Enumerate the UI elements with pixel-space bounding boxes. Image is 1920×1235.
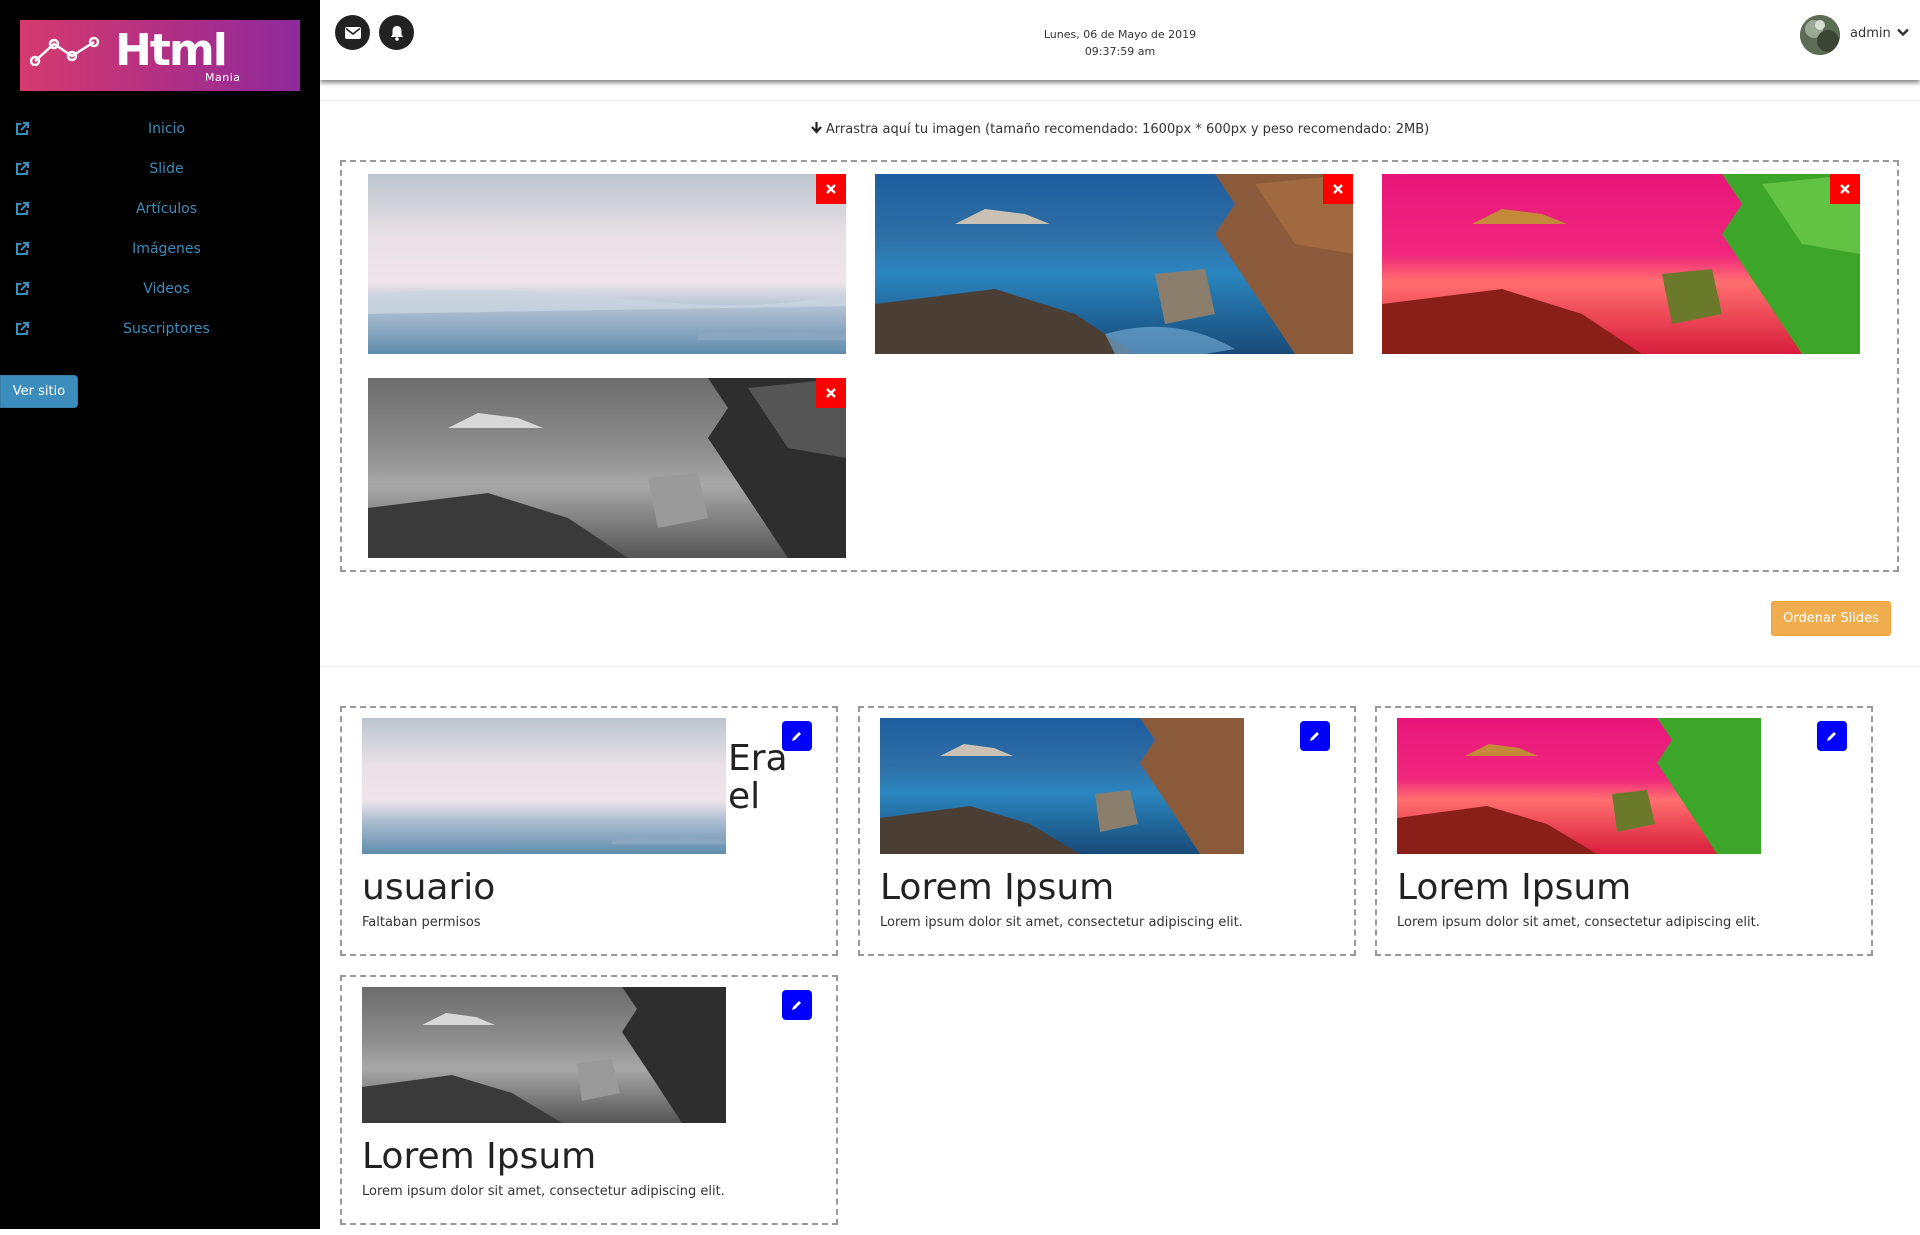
sidebar-item-label[interactable]: Imágenes	[0, 241, 333, 257]
slide-image-sky	[368, 174, 846, 354]
order-slides-button[interactable]: Ordenar Slides	[1771, 601, 1891, 636]
sidebar-item-slide[interactable]: Slide	[0, 152, 320, 192]
card-description: Faltaban permisos	[362, 915, 481, 930]
sidebar-item-inicio[interactable]: Inicio	[0, 112, 320, 152]
delete-slide-button[interactable]	[816, 174, 846, 204]
slide-image-pink	[1382, 174, 1860, 354]
slide-thumbnail[interactable]	[1382, 174, 1860, 354]
avatar[interactable]	[1800, 15, 1840, 55]
sidebar: Html Mania Inicio Slide Artículos Imágen…	[0, 0, 320, 1229]
pencil-icon	[792, 1001, 801, 1010]
current-time: 09:37:59 am	[1084, 45, 1156, 58]
slide-card: Lorem Ipsum Lorem ipsum dolor sit amet, …	[858, 706, 1356, 956]
delete-slide-button[interactable]	[1323, 174, 1353, 204]
upload-hint: Arrastra aquí tu imagen (tamaño recomend…	[320, 122, 1920, 137]
edit-card-button[interactable]	[1300, 721, 1330, 751]
sidebar-item-articulos[interactable]: Artículos	[0, 192, 320, 232]
card-description: Lorem ipsum dolor sit amet, consectetur …	[880, 915, 1243, 930]
sidebar-item-label[interactable]: Artículos	[0, 201, 333, 217]
card-title: Lorem Ipsum	[1397, 867, 1632, 908]
arrow-down-icon	[810, 122, 822, 134]
brand-title: Html	[115, 25, 228, 76]
slide-image-blue	[875, 174, 1353, 354]
divider	[320, 666, 1920, 667]
pencil-icon	[1827, 732, 1836, 741]
top-header: Lunes, 06 de Mayo de 2019 09:37:59 am ad…	[320, 0, 1920, 80]
card-image	[880, 718, 1244, 854]
edit-card-button[interactable]	[1817, 721, 1847, 751]
edit-card-button[interactable]	[782, 721, 812, 751]
card-description: Lorem ipsum dolor sit amet, consectetur …	[1397, 915, 1760, 930]
slide-thumbnail[interactable]	[368, 174, 846, 354]
card-title-wrap: Era el	[728, 738, 788, 817]
card-title: Lorem Ipsum	[880, 867, 1115, 908]
image-dropzone[interactable]	[340, 160, 1899, 572]
sidebar-item-label[interactable]: Slide	[0, 161, 333, 177]
chevron-down-icon[interactable]	[1897, 28, 1909, 37]
sidebar-item-suscriptores[interactable]: Suscriptores	[0, 312, 320, 352]
divider	[320, 100, 1920, 101]
avatar-image	[1800, 15, 1840, 55]
card-title: Lorem Ipsum	[362, 1136, 597, 1177]
datetime-display: Lunes, 06 de Mayo de 2019 09:37:59 am	[320, 26, 1920, 60]
sidebar-item-label[interactable]: Inicio	[0, 121, 333, 137]
close-icon	[826, 388, 836, 398]
card-description: Lorem ipsum dolor sit amet, consectetur …	[362, 1184, 725, 1199]
close-icon	[1333, 184, 1343, 194]
sidebar-item-label[interactable]: Suscriptores	[0, 321, 333, 337]
slide-image-gray	[368, 378, 846, 558]
close-icon	[826, 184, 836, 194]
card-image	[1397, 718, 1761, 854]
sidebar-item-videos[interactable]: Videos	[0, 272, 320, 312]
pencil-icon	[792, 732, 801, 741]
pencil-icon	[1310, 732, 1319, 741]
user-name[interactable]: admin	[1850, 26, 1891, 41]
card-image	[362, 718, 726, 854]
sidebar-item-imagenes[interactable]: Imágenes	[0, 232, 320, 272]
slide-card: Lorem Ipsum Lorem ipsum dolor sit amet, …	[1375, 706, 1873, 956]
delete-slide-button[interactable]	[1830, 174, 1860, 204]
sidebar-nav: Inicio Slide Artículos Imágenes Videos S…	[0, 112, 320, 352]
card-image	[362, 987, 726, 1123]
slide-thumbnail[interactable]	[368, 378, 846, 558]
card-title: usuario	[362, 867, 496, 908]
brand-subtitle: Mania	[205, 71, 241, 84]
line-graph-icon	[30, 36, 100, 66]
close-icon	[1840, 184, 1850, 194]
brand-logo[interactable]: Html Mania	[20, 20, 300, 91]
slide-thumbnail[interactable]	[875, 174, 1353, 354]
delete-slide-button[interactable]	[816, 378, 846, 408]
edit-card-button[interactable]	[782, 990, 812, 1020]
slide-card: Era el usuario Faltaban permisos	[340, 706, 838, 956]
sidebar-item-label[interactable]: Videos	[0, 281, 333, 297]
ver-sitio-button[interactable]: Ver sitio	[0, 375, 78, 408]
slide-card: Lorem Ipsum Lorem ipsum dolor sit amet, …	[340, 975, 838, 1225]
upload-hint-text: Arrastra aquí tu imagen (tamaño recomend…	[825, 122, 1430, 137]
current-date: Lunes, 06 de Mayo de 2019	[1043, 28, 1197, 41]
